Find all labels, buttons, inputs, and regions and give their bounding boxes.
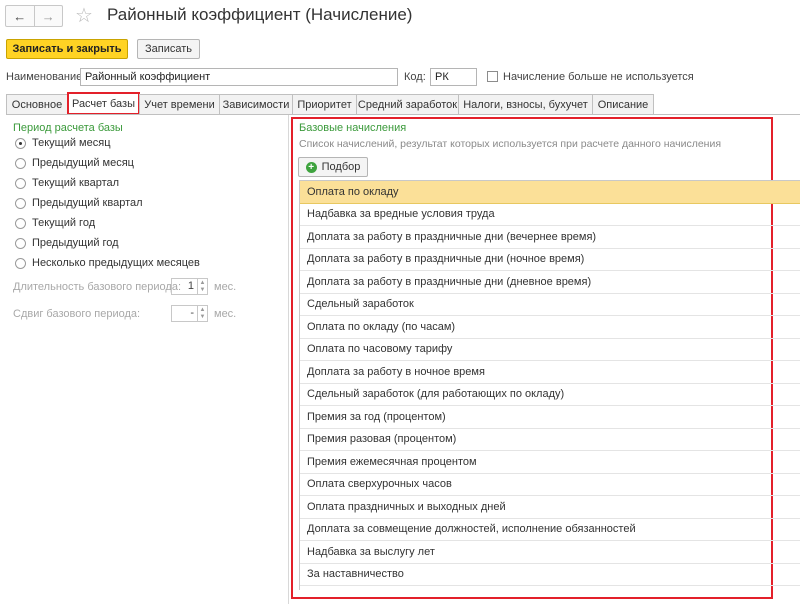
accruals-list: Оплата по окладу Надбавка за вредные усло… bbox=[299, 180, 800, 590]
base-accruals-header: Базовые начисления bbox=[299, 122, 407, 134]
radio-selected-icon[interactable] bbox=[15, 137, 26, 149]
radio-previous-year[interactable]: Предыдущий год bbox=[15, 237, 119, 249]
back-arrow-icon[interactable]: ← bbox=[6, 6, 34, 26]
pick-button-label: Подбор bbox=[321, 161, 361, 173]
radio-label: Текущий квартал bbox=[32, 177, 120, 189]
list-item[interactable]: Доплата за работу в праздничные дни (дне… bbox=[300, 271, 800, 294]
panel-divider bbox=[288, 115, 289, 604]
tab-taxes[interactable]: Налоги, взносы, бухучет bbox=[458, 94, 593, 114]
save-button[interactable]: Записать bbox=[137, 39, 200, 59]
shift-label: Сдвиг базового периода: bbox=[13, 308, 141, 320]
radio-icon[interactable] bbox=[15, 197, 26, 209]
list-item[interactable]: Надбавка за вредные условия труда bbox=[300, 204, 800, 226]
list-item[interactable]: Доплата за совмещение должностей, исполн… bbox=[300, 519, 800, 541]
duration-label: Длительность базового периода: bbox=[13, 281, 182, 293]
radio-current-month[interactable]: Текущий месяц bbox=[15, 137, 111, 149]
radio-icon[interactable] bbox=[15, 157, 26, 169]
radio-several-months[interactable]: Несколько предыдущих месяцев bbox=[15, 257, 200, 269]
tab-divider bbox=[6, 114, 800, 115]
radio-icon[interactable] bbox=[15, 217, 26, 229]
navigation-buttons: ← → bbox=[5, 5, 63, 27]
duration-unit: мес. bbox=[214, 281, 237, 293]
radio-icon[interactable] bbox=[15, 177, 26, 189]
star-icon[interactable]: ☆ bbox=[75, 3, 93, 28]
tab-dependencies[interactable]: Зависимости bbox=[219, 94, 293, 114]
list-item[interactable]: Доплата за работу в праздничные дни (ноч… bbox=[300, 249, 800, 271]
list-item[interactable]: Оплата по окладу (по часам) bbox=[300, 316, 800, 339]
code-input[interactable]: РК bbox=[430, 68, 477, 86]
window-title: Районный коэффициент (Начисление) bbox=[107, 5, 413, 24]
radio-label: Текущий год bbox=[32, 217, 96, 229]
name-label: Наименование: bbox=[6, 71, 86, 83]
name-input[interactable]: Районный коэффициент bbox=[80, 68, 398, 86]
stepper-arrows-icon[interactable]: ▲ ▼ bbox=[197, 306, 207, 321]
stepper-arrows-icon[interactable]: ▲ ▼ bbox=[197, 279, 207, 294]
list-item[interactable]: Премия ежемесячная процентом bbox=[300, 451, 800, 474]
radio-label: Предыдущий квартал bbox=[32, 197, 143, 209]
duration-stepper[interactable]: 1 ▲ ▼ bbox=[171, 278, 208, 295]
pick-button[interactable]: + Подбор bbox=[298, 157, 368, 177]
radio-previous-quarter[interactable]: Предыдущий квартал bbox=[15, 197, 143, 209]
save-and-close-button[interactable]: Записать и закрыть bbox=[6, 39, 128, 59]
radio-previous-month[interactable]: Предыдущий месяц bbox=[15, 157, 134, 169]
list-item[interactable]: Оплата праздничных и выходных дней bbox=[300, 496, 800, 519]
list-item[interactable]: Надбавка за выслугу лет bbox=[300, 541, 800, 564]
radio-label: Предыдущий год bbox=[32, 237, 119, 249]
list-item[interactable]: Оплата сверхурочных часов bbox=[300, 474, 800, 496]
list-item[interactable]: Премия разовая (процентом) bbox=[300, 429, 800, 451]
not-used-label: Начисление больше не используется bbox=[503, 71, 694, 83]
radio-current-quarter[interactable]: Текущий квартал bbox=[15, 177, 119, 189]
radio-label: Несколько предыдущих месяцев bbox=[32, 257, 200, 269]
shift-stepper[interactable]: - ▲ ▼ bbox=[171, 305, 208, 322]
list-item[interactable]: Оплата по окладу bbox=[300, 181, 800, 204]
list-item[interactable]: Доплата за работу в праздничные дни (веч… bbox=[300, 226, 800, 249]
tab-description[interactable]: Описание bbox=[592, 94, 654, 114]
tab-bar: Основное Расчет базы Учет времени Зависи… bbox=[6, 92, 654, 115]
shift-unit: мес. bbox=[214, 308, 237, 320]
base-accruals-description: Список начислений, результат которых исп… bbox=[299, 138, 722, 150]
radio-label: Текущий месяц bbox=[32, 137, 111, 149]
tab-main[interactable]: Основное bbox=[6, 94, 68, 114]
shift-value[interactable]: - bbox=[172, 306, 197, 321]
base-period-header: Период расчета базы bbox=[13, 122, 123, 134]
tab-base-calculation[interactable]: Расчет базы bbox=[67, 92, 140, 115]
tab-priority[interactable]: Приоритет bbox=[292, 94, 357, 114]
list-item[interactable]: Премия за год (процентом) bbox=[300, 406, 800, 429]
list-item[interactable]: Оплата по часовому тарифу bbox=[300, 339, 800, 361]
radio-label: Предыдущий месяц bbox=[32, 157, 134, 169]
code-label: Код: bbox=[404, 71, 426, 83]
add-icon: + bbox=[305, 161, 317, 173]
list-item[interactable]: Сдельный заработок bbox=[300, 294, 800, 316]
radio-current-year[interactable]: Текущий год bbox=[15, 217, 95, 229]
not-used-checkbox[interactable] bbox=[487, 71, 498, 82]
radio-icon[interactable] bbox=[15, 237, 26, 249]
list-item[interactable]: Доплата за работу в ночное время bbox=[300, 361, 800, 384]
list-item[interactable]: За наставничество bbox=[300, 564, 800, 586]
tab-time-accounting[interactable]: Учет времени bbox=[139, 94, 220, 114]
forward-arrow-icon[interactable]: → bbox=[33, 6, 63, 26]
list-item[interactable]: Сдельный заработок (для работающих по ок… bbox=[300, 384, 800, 406]
duration-value[interactable]: 1 bbox=[172, 279, 197, 294]
tab-average-earnings[interactable]: Средний заработок bbox=[356, 94, 459, 114]
radio-icon[interactable] bbox=[15, 257, 26, 269]
